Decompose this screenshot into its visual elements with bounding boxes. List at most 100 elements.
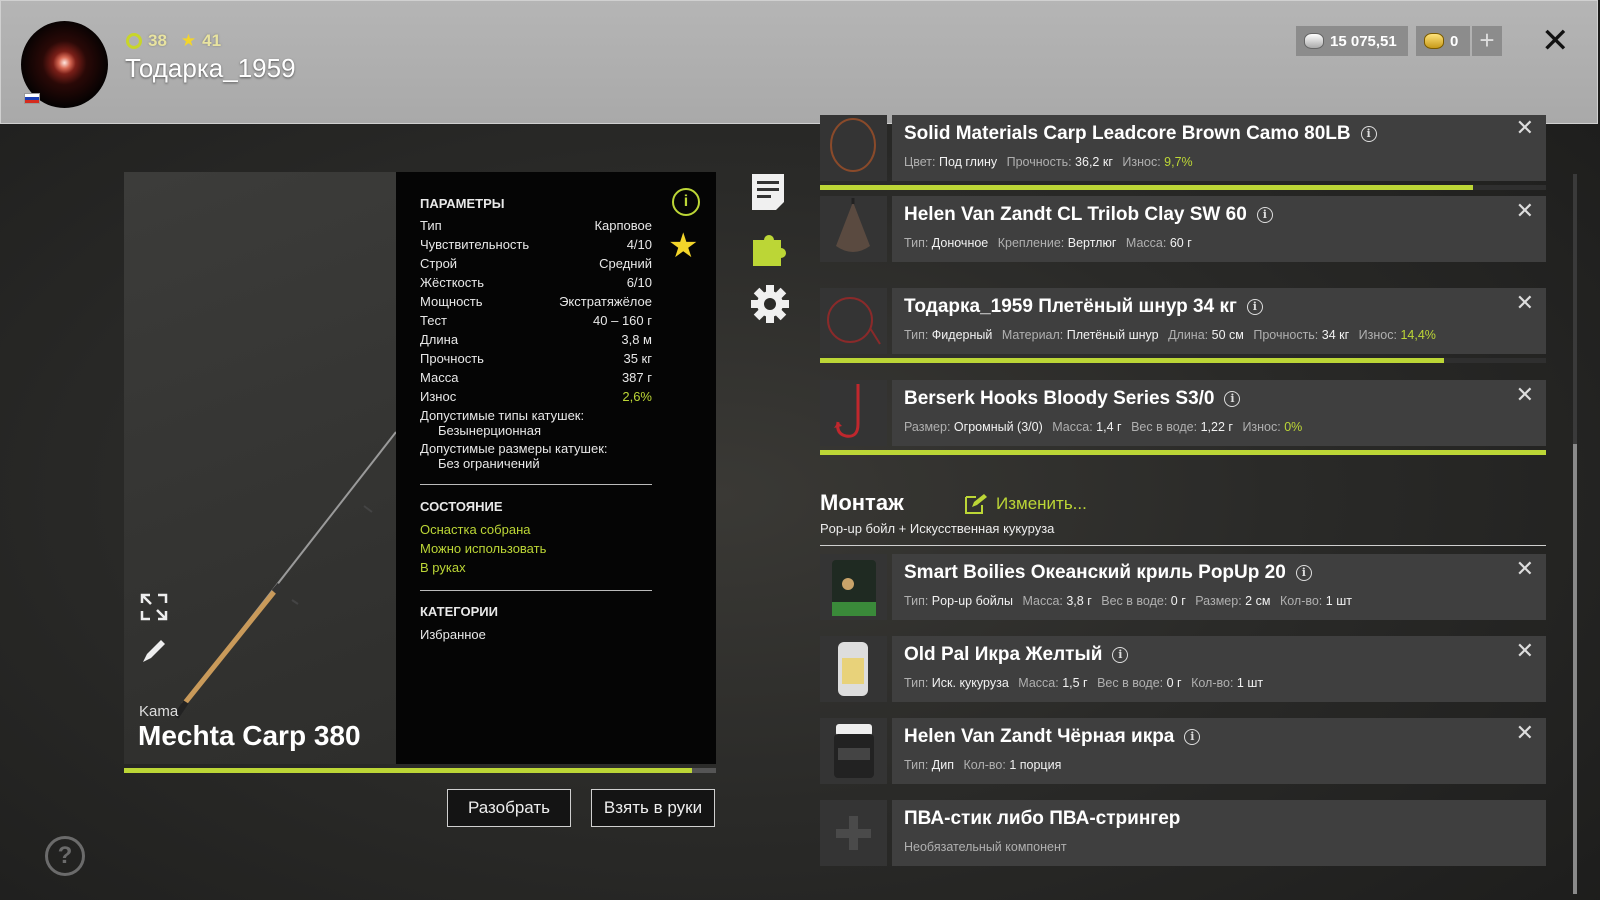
- level-ring-icon: [126, 33, 142, 49]
- favorite-star-icon[interactable]: ★: [668, 226, 698, 266]
- prop-key: Тип:: [904, 236, 929, 250]
- rod-picture: [173, 431, 396, 719]
- remove-button[interactable]: ✕: [1516, 638, 1534, 664]
- item-props: Тип: Дип Кол-во: 1 порция: [904, 758, 1067, 772]
- param-label: Жёсткость: [420, 275, 484, 290]
- prop-value: 14,4%: [1400, 328, 1436, 342]
- remove-button[interactable]: ✕: [1516, 115, 1534, 141]
- disassemble-button[interactable]: Разобрать: [447, 789, 571, 827]
- reel-sizes: Допустимые размеры катушек: Без ограниче…: [420, 441, 660, 471]
- tackle-item-leader[interactable]: Solid Materials Carp Leadcore Brown Camo…: [820, 115, 1546, 181]
- tackle-item-sinker[interactable]: Helen Van Zandt CL Trilob Clay SW 60 i Ти…: [820, 196, 1546, 262]
- remove-button[interactable]: ✕: [1516, 556, 1534, 582]
- prop-value: 1,5 г: [1062, 676, 1088, 690]
- categories-title: КАТЕГОРИИ: [420, 604, 498, 619]
- prop-value: 2 см: [1245, 594, 1271, 608]
- pva-thumbnail: [820, 800, 887, 866]
- param-value: Средний: [599, 256, 652, 271]
- remove-button[interactable]: ✕: [1516, 198, 1534, 224]
- prop-key: Крепление:: [997, 236, 1065, 250]
- param-label: Тест: [420, 313, 447, 328]
- edit-montage-link[interactable]: Изменить...: [964, 493, 1087, 515]
- prop-key: Кол-во:: [963, 758, 1006, 772]
- russia-flag-icon: [24, 93, 40, 104]
- prop-value: 1,4 г: [1096, 420, 1122, 434]
- braid-thumbnail: [820, 288, 887, 354]
- prop-key: Кол-во:: [1279, 594, 1323, 608]
- state-title: СОСТОЯНИЕ: [420, 499, 503, 514]
- param-row: Износ 2,6%: [420, 389, 652, 404]
- info-icon[interactable]: i: [1184, 729, 1201, 745]
- item-body: Old Pal Икра Желтый i Тип: Иск. кукуруза …: [892, 636, 1546, 702]
- info-icon[interactable]: i: [1256, 207, 1273, 223]
- prop-value: 34 кг: [1321, 328, 1350, 342]
- item-title-text: Berserk Hooks Bloody Series S3/0: [904, 388, 1215, 409]
- param-value: 3,8 м: [621, 332, 652, 347]
- level-value: 38: [148, 31, 167, 50]
- param-row: Строй Средний: [420, 256, 652, 271]
- info-icon[interactable]: i: [1112, 647, 1129, 663]
- remove-button[interactable]: ✕: [1516, 382, 1534, 408]
- remove-button[interactable]: ✕: [1516, 290, 1534, 316]
- param-row: Жёсткость 6/10: [420, 275, 652, 290]
- prop-key: Масса:: [1022, 594, 1063, 608]
- tackle-item-braid[interactable]: Тодарка_1959 Плетёный шнур 34 кг i Тип: Ф…: [820, 288, 1546, 354]
- list-icon[interactable]: [750, 172, 786, 212]
- item-title-text: Helen Van Zandt Чёрная икра: [904, 726, 1175, 747]
- param-label: Строй: [420, 256, 458, 271]
- info-icon[interactable]: i: [1360, 126, 1377, 142]
- prop-value: 1 шт: [1236, 676, 1264, 690]
- puzzle-icon[interactable]: [750, 228, 792, 270]
- tackle-item-hook[interactable]: Berserk Hooks Bloody Series S3/0 i Размер…: [820, 380, 1546, 446]
- param-row: Чувствительность 4/10: [420, 237, 652, 252]
- expand-icon[interactable]: [139, 592, 169, 622]
- item-props: Тип: Фидерный Материал: Плетёный шнур Дл…: [904, 328, 1442, 342]
- silver-value: 15 075,51: [1330, 32, 1397, 50]
- gold-balance: 0: [1416, 26, 1470, 56]
- prop-value: 1 порция: [1009, 758, 1062, 772]
- dip-thumbnail: [820, 718, 887, 784]
- bait-item-boilie[interactable]: Smart Boilies Океанский криль PopUp 20 i …: [820, 554, 1546, 620]
- item-title: Helen Van Zandt Чёрная икра i: [904, 726, 1201, 748]
- item-props: Тип: Pop-up бойлы Масса: 3,8 г Вес в вод…: [904, 594, 1358, 608]
- take-in-hands-button[interactable]: Взять в руки: [591, 789, 715, 827]
- add-gold-button[interactable]: +: [1472, 26, 1502, 56]
- bait-item-dip[interactable]: Helen Van Zandt Чёрная икра i Тип: Дип Ко…: [820, 718, 1546, 784]
- bait-item-corn[interactable]: Old Pal Икра Желтый i Тип: Иск. кукуруза …: [820, 636, 1546, 702]
- wear-fill: [820, 185, 1474, 190]
- bait-item-pva-slot[interactable]: ПВА-стик либо ПВА-стрингер Необязательны…: [820, 800, 1546, 866]
- prop-value: 1,22 г: [1200, 420, 1233, 434]
- sinker-thumbnail: [820, 196, 887, 262]
- reel-sizes-value: Без ограничений: [438, 456, 540, 471]
- prop-value: Иск. кукуруза: [931, 676, 1009, 690]
- gear-icon[interactable]: [750, 284, 790, 324]
- info-icon[interactable]: i: [1246, 299, 1263, 315]
- info-icon[interactable]: i: [672, 188, 700, 216]
- rod-brand: Kama: [139, 703, 179, 720]
- prop-value: 0 г: [1166, 676, 1182, 690]
- info-icon[interactable]: i: [1295, 565, 1312, 581]
- item-body: Berserk Hooks Bloody Series S3/0 i Размер…: [892, 380, 1546, 446]
- pencil-icon[interactable]: [139, 636, 169, 666]
- prop-key: Цвет:: [904, 155, 936, 169]
- prop-key: Тип:: [904, 758, 929, 772]
- item-props: Тип: Доночное Крепление: Вертлюг Масса: …: [904, 236, 1198, 250]
- help-icon[interactable]: ?: [45, 836, 85, 876]
- item-title: Тодарка_1959 Плетёный шнур 34 кг i: [904, 296, 1263, 318]
- remove-button[interactable]: ✕: [1516, 720, 1534, 746]
- item-props: Цвет: Под глину Прочность: 36,2 кг Износ…: [904, 155, 1199, 169]
- param-label: Тип: [420, 218, 442, 233]
- scrollbar-thumb[interactable]: [1573, 444, 1577, 894]
- leader-wear-bar: [820, 185, 1546, 190]
- close-button[interactable]: ✕: [1541, 21, 1570, 61]
- prop-value: 1 шт: [1325, 594, 1352, 608]
- montage-subtitle: Pop-up бойл + Искусственная кукуруза: [820, 521, 1055, 536]
- scrollbar[interactable]: [1573, 174, 1577, 894]
- prop-value: 9,7%: [1164, 155, 1193, 169]
- prop-value: Плетёный шнур: [1066, 328, 1159, 342]
- wear-fill: [820, 358, 1445, 363]
- prop-value: Дип: [931, 758, 955, 772]
- info-icon[interactable]: i: [1224, 391, 1241, 407]
- param-value: 6/10: [626, 275, 652, 290]
- item-title-text: Helen Van Zandt CL Trilob Clay SW 60: [904, 204, 1247, 225]
